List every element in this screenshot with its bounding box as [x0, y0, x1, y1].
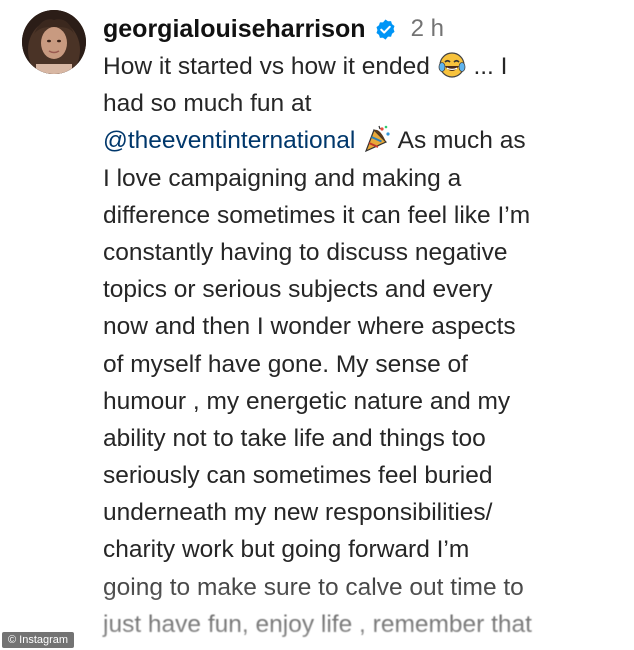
caption-line: topics or serious subjects and every	[103, 276, 493, 304]
caption-line: I love campaigning and making a	[103, 164, 462, 192]
caption-line: going to make sure to calve out time to	[103, 573, 524, 601]
profile-avatar[interactable]	[22, 10, 86, 74]
caption-line-text: As much as	[392, 127, 526, 155]
caption-line: humour , my energetic nature and my	[103, 387, 511, 415]
caption-line-text: How it started vs how it ended	[103, 53, 437, 80]
tears-of-joy-emoji-icon	[437, 50, 467, 80]
timestamp: 2 h	[410, 15, 444, 42]
caption-line: @theeventinternational As much as	[103, 122, 613, 159]
comment-header: georgialouiseharrison 2 h	[103, 10, 623, 48]
caption-line: ability not to take life and things too	[103, 424, 486, 452]
caption-line: difference sometimes it can feel like I’…	[103, 201, 531, 229]
caption-line: had so much fun at	[103, 90, 312, 118]
caption-line: seriously can sometimes feel buried	[103, 462, 493, 490]
caption-line: charity work but going forward I’m	[103, 536, 470, 564]
caption-line: of myself have gone. My sense of	[103, 350, 468, 378]
instagram-watermark: © Instagram	[2, 632, 75, 648]
instagram-comment: georgialouiseharrison 2 h How it started…	[0, 0, 634, 650]
caption-line-text: ... I	[466, 53, 508, 80]
caption-line: just have fun, enjoy life , remember tha…	[103, 610, 532, 638]
verified-badge-icon	[374, 18, 397, 41]
caption-text: How it started vs how it ended ... I had…	[103, 48, 613, 643]
caption-line: underneath my new responsibilities/	[103, 499, 493, 527]
mention-link[interactable]: @theeventinternational	[103, 127, 355, 154]
caption-line: now and then I wonder where aspects	[103, 313, 516, 341]
caption-line: How it started vs how it ended ... I	[103, 48, 613, 85]
party-popper-emoji-icon	[362, 124, 392, 154]
comment-body: georgialouiseharrison 2 h How it started…	[103, 10, 623, 643]
username[interactable]: georgialouiseharrison	[103, 15, 366, 44]
caption-line: constantly having to discuss negative	[103, 238, 508, 266]
